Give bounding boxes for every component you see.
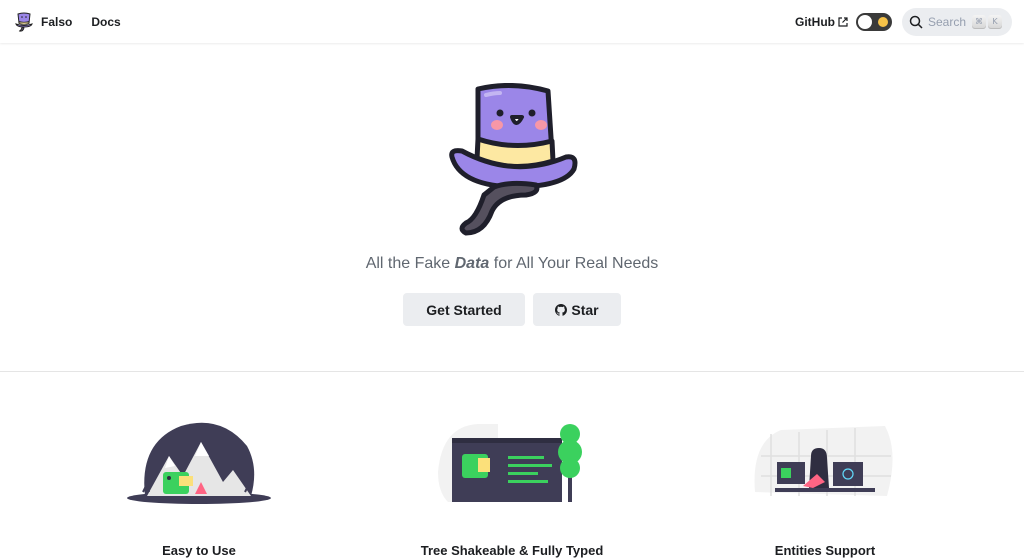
- falso-mascot-icon: [449, 83, 578, 236]
- navbar: Falso Docs GitHub Search ⌘ K: [0, 0, 1024, 43]
- key-k: K: [988, 14, 1003, 29]
- developer-desk-illustration-icon: [754, 426, 893, 496]
- tagline-suffix: for All Your Real Needs: [489, 255, 659, 272]
- search-shortcut: ⌘ K: [972, 14, 1004, 29]
- feature-entities-support: Entities Support: [695, 372, 955, 560]
- nav-link-docs[interactable]: Docs: [91, 15, 120, 29]
- brand-title: Falso: [41, 14, 73, 29]
- hero: All the Fake Data for All Your Real Need…: [0, 43, 1024, 371]
- github-link[interactable]: GitHub: [795, 15, 848, 29]
- github-icon: [555, 303, 568, 316]
- hero-tagline: All the Fake Data for All Your Real Need…: [0, 255, 1024, 273]
- toggle-knob: [858, 14, 872, 29]
- theme-toggle[interactable]: [856, 12, 892, 31]
- search-icon: [909, 15, 923, 29]
- feature-title: Entities Support: [774, 543, 876, 558]
- github-link-label: GitHub: [795, 14, 835, 29]
- search-button[interactable]: Search ⌘ K: [902, 7, 1012, 36]
- falso-logo-icon: [15, 12, 33, 32]
- search-placeholder: Search: [928, 14, 967, 29]
- star-button-label: Star: [571, 301, 599, 318]
- mountains-illustration-icon: [127, 422, 271, 504]
- tagline-emphasis: Data: [454, 255, 490, 272]
- github-star-button[interactable]: Star: [533, 293, 621, 326]
- feature-easy-to-use: Easy to Use: [69, 372, 329, 560]
- brand-link[interactable]: Falso: [13, 11, 72, 33]
- tagline-prefix: All the Fake: [365, 255, 455, 272]
- feature-title: Tree Shakeable & Fully Typed: [420, 543, 604, 558]
- get-started-button[interactable]: Get Started: [403, 293, 525, 326]
- sun-icon: [878, 16, 888, 27]
- key-command: ⌘: [972, 14, 987, 29]
- navbar-right: GitHub Search ⌘ K: [795, 0, 1012, 43]
- feature-title: Easy to Use: [162, 543, 236, 558]
- code-editor-illustration-icon: [438, 424, 582, 502]
- external-link-icon: [838, 16, 848, 27]
- feature-tree-shakeable: Tree Shakeable & Fully Typed: [382, 372, 642, 560]
